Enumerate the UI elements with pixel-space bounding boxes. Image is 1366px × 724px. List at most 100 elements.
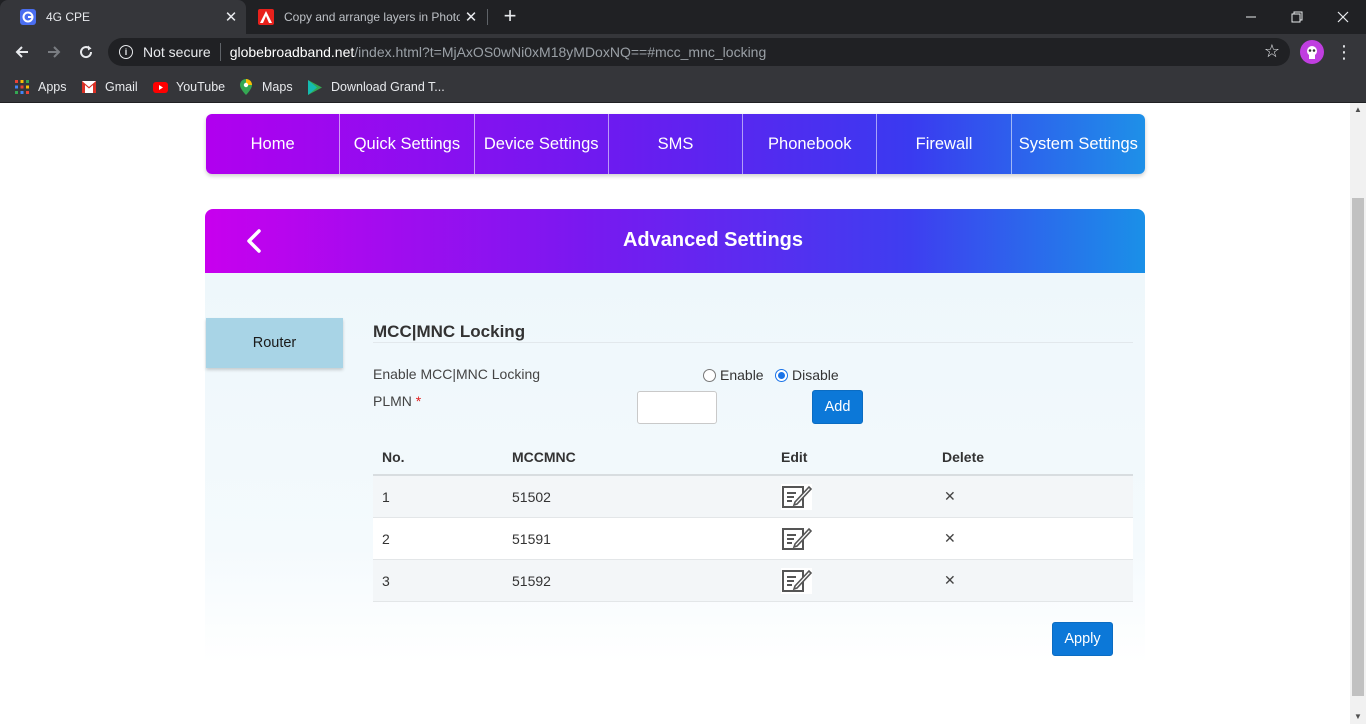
header-delete: Delete [942,448,985,465]
new-tab-icon[interactable]: + [498,5,522,29]
row-edit-cell [781,518,812,559]
enable-radio-label: Enable [720,367,764,383]
bookmark-label: Apps [38,80,67,94]
page-viewport: Home Quick Settings Device Settings SMS … [0,103,1350,724]
plmn-input[interactable] [637,391,717,424]
row-delete-cell: ✕ [942,518,956,559]
page-scrollbar[interactable]: ▲ ▼ [1350,103,1366,724]
back-arrow-icon[interactable] [8,38,36,66]
enable-locking-label: Enable MCC|MNC Locking [373,366,541,382]
url-path: /index.html?t=MjAxOS0wNi0xM18yMDoxNQ==#m… [354,44,767,60]
info-icon[interactable]: i [119,45,133,59]
maps-pin-icon [238,79,254,95]
main-nav: Home Quick Settings Device Settings SMS … [206,114,1145,174]
row-mccmnc: 51591 [512,530,551,547]
plmn-label-text: PLMN [373,393,412,409]
nav-system-settings[interactable]: System Settings [1012,114,1145,174]
table-row: 2 51591 ✕ [373,518,1133,560]
nav-quick-settings[interactable]: Quick Settings [340,114,475,174]
close-tab-icon[interactable]: ✕ [460,8,482,26]
forward-arrow-icon[interactable] [40,38,68,66]
edit-icon[interactable] [781,525,812,552]
header-mccmnc: MCCMNC [512,448,576,465]
enable-radio-dot[interactable] [703,368,716,382]
disable-radio-label: Disable [792,367,839,383]
page-title: Advanced Settings [622,229,804,251]
bookmark-label: Download Grand T... [331,80,445,94]
sidebar-item-router[interactable]: Router [206,318,343,368]
scrollbar-thumb[interactable] [1352,198,1364,696]
security-status: Not secure [143,44,211,60]
bookmark-play-store[interactable]: Download Grand T... [307,77,445,97]
minimize-window-icon[interactable] [1228,0,1274,34]
header-no: No. [382,448,405,465]
bookmark-label: YouTube [176,80,226,94]
table-header-row: No. MCCMNC Edit Delete [373,439,1133,476]
divider [219,43,221,61]
nav-device-settings[interactable]: Device Settings [475,114,609,174]
bookmark-label: Maps [262,80,293,94]
browser-toolbar: i Not secure globebroadband.net /index.h… [0,34,1366,70]
bookmark-maps[interactable]: Maps [238,77,293,97]
edit-icon[interactable] [781,483,812,510]
apps-grid-icon [14,79,30,95]
browser-tab-strip: 4G CPE ✕ Copy and arrange layers in Phot… [0,0,1366,34]
restore-window-icon[interactable] [1274,0,1320,34]
browser-menu-icon[interactable]: ⋮ [1334,38,1354,66]
bookmark-label: Gmail [105,80,138,94]
bookmarks-bar: Apps Gmail YouTube Maps Download Grand T… [0,70,1366,103]
table-row: 3 51592 ✕ [373,560,1133,602]
play-store-icon [307,79,323,95]
globe-favicon-icon [20,9,36,25]
table-row: 1 51502 ✕ [373,476,1133,518]
close-window-icon[interactable] [1320,0,1366,34]
tab-separator [487,9,488,25]
adobe-favicon-icon [258,9,274,25]
close-tab-icon[interactable]: ✕ [220,8,242,26]
scroll-up-icon[interactable]: ▲ [1350,103,1366,117]
reload-icon[interactable] [72,38,100,66]
bookmark-star-icon[interactable]: ☆ [1264,41,1280,62]
plmn-label: PLMN * [373,393,421,409]
settings-header: Advanced Settings [205,209,1145,273]
nav-firewall[interactable]: Firewall [877,114,1012,174]
row-mccmnc: 51502 [512,488,551,505]
row-number: 3 [382,572,390,589]
browser-tab-photoshop[interactable]: Copy and arrange layers in Photo ✕ [248,0,486,34]
section-title: MCC|MNC Locking [373,322,526,341]
bookmark-apps[interactable]: Apps [14,77,67,97]
enable-radio[interactable]: Enable [703,367,764,383]
disable-radio-dot[interactable] [775,368,788,382]
row-number: 1 [382,488,390,505]
disable-radio[interactable]: Disable [775,367,839,383]
required-asterisk: * [415,393,422,409]
delete-x-icon[interactable]: ✕ [944,488,956,505]
youtube-icon [152,79,168,95]
tab-title: Copy and arrange layers in Photo [284,10,460,24]
bookmark-youtube[interactable]: YouTube [152,77,225,97]
mccmnc-table: No. MCCMNC Edit Delete 1 51502 ✕ 2 51591 [373,439,1133,602]
header-edit: Edit [781,448,808,465]
nav-sms[interactable]: SMS [609,114,744,174]
apply-button[interactable]: Apply [1052,622,1113,656]
row-mccmnc: 51592 [512,572,551,589]
url-host: globebroadband.net [229,44,355,60]
edit-icon[interactable] [781,567,812,594]
scroll-down-icon[interactable]: ▼ [1350,710,1366,724]
row-delete-cell: ✕ [942,560,956,601]
bookmark-gmail[interactable]: Gmail [81,77,138,97]
nav-home[interactable]: Home [206,114,341,174]
nav-phonebook[interactable]: Phonebook [743,114,878,174]
delete-x-icon[interactable]: ✕ [944,572,956,589]
profile-avatar-icon[interactable] [1300,40,1324,64]
row-delete-cell: ✕ [942,476,956,517]
row-edit-cell [781,560,812,601]
address-bar[interactable]: i Not secure globebroadband.net /index.h… [108,38,1290,66]
row-number: 2 [382,530,390,547]
tab-title: 4G CPE [46,10,91,24]
browser-tab-4g-cpe[interactable]: 4G CPE ✕ [0,0,246,34]
gmail-icon [81,79,97,95]
delete-x-icon[interactable]: ✕ [944,530,956,547]
section-divider [373,342,1133,343]
add-button[interactable]: Add [812,390,863,424]
